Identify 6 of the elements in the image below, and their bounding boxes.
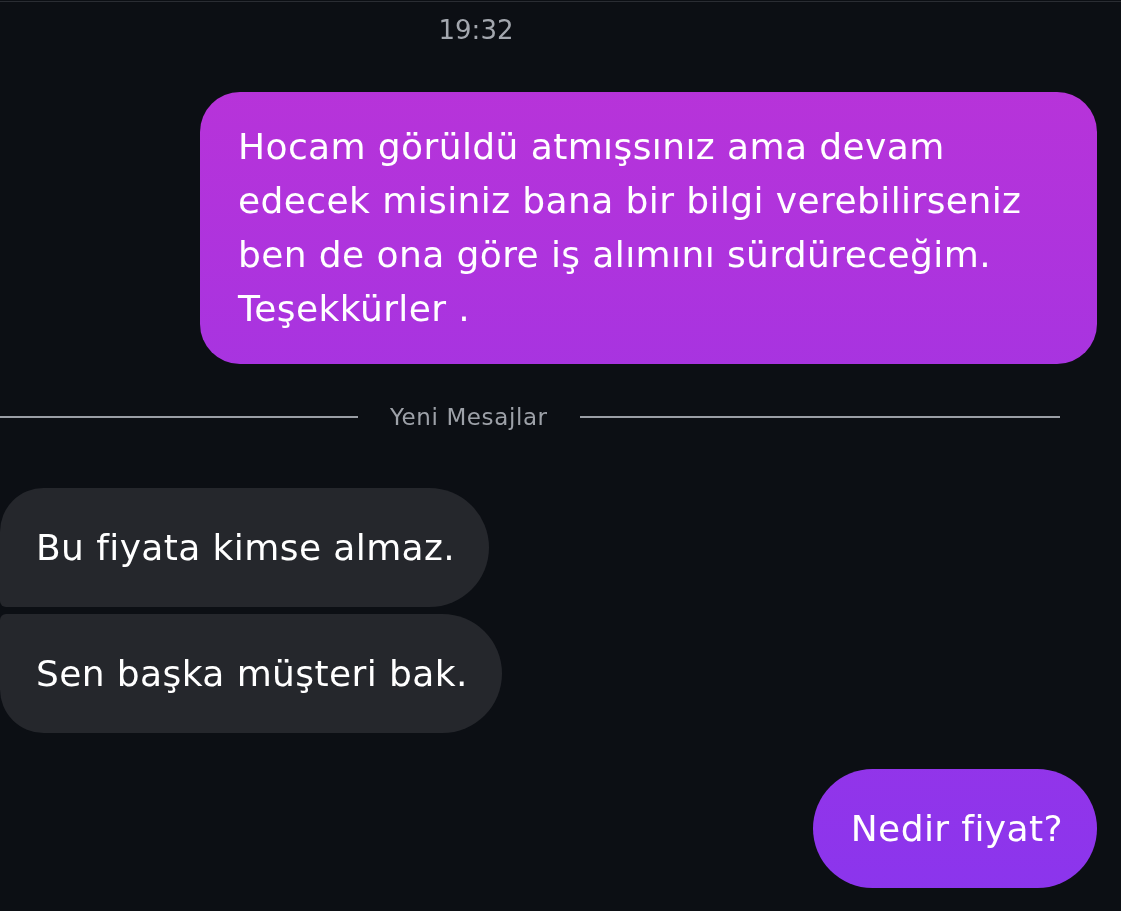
timestamp: 19:32 [438, 15, 514, 45]
message-bubble: Nedir fiyat? [812, 769, 1097, 888]
new-messages-label: Yeni Mesajlar [390, 403, 548, 432]
message-bubble: Hocam görüldü atmışsınız ama devam edecek misiniz bana bir bilgi verebilirseniz ben de ona göre iş alımını sürdüreceğim. Teşekkürler . [200, 92, 1097, 364]
message-bubble: Bu fiyata kimse almaz. [0, 488, 490, 607]
message-bubble: Sen başka müşteri bak. [0, 614, 502, 733]
